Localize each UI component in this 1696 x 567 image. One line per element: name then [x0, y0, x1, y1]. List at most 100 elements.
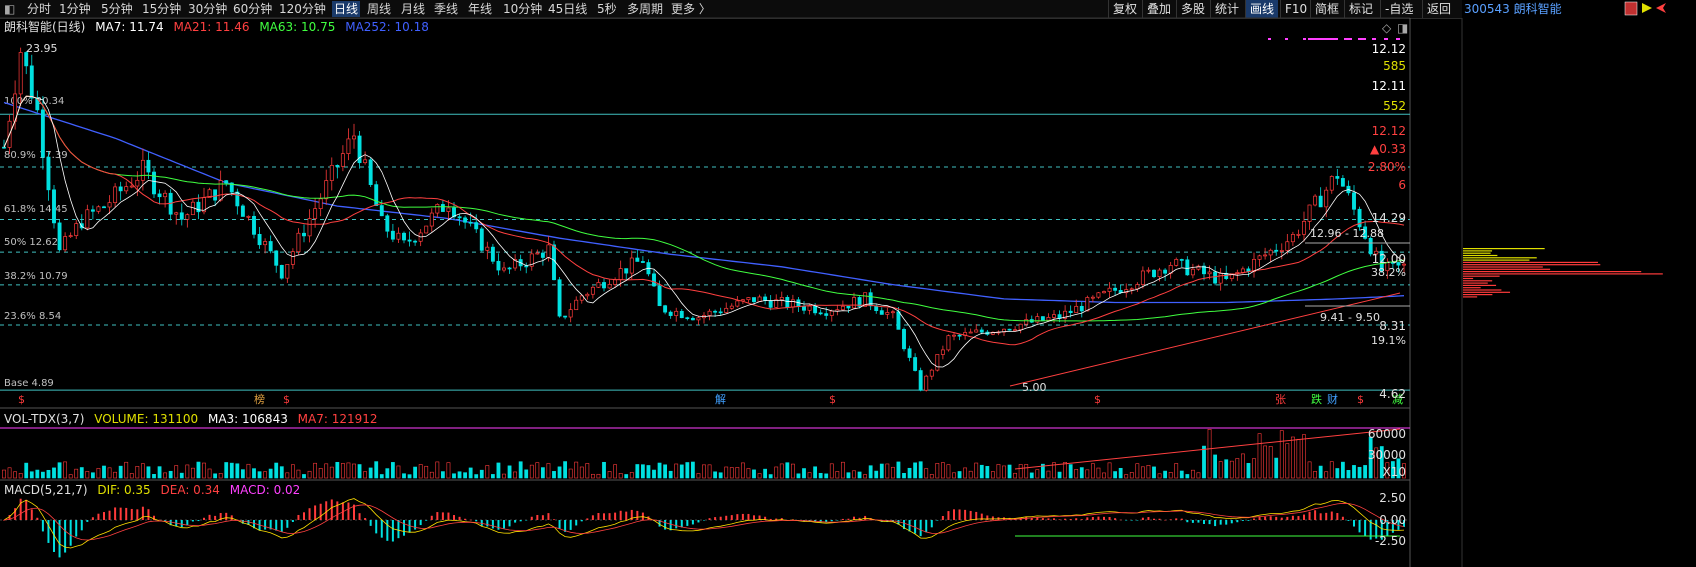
chip-bar — [1463, 273, 1663, 275]
candle-body — [1229, 273, 1234, 279]
back-button[interactable]: 返回 — [1422, 0, 1455, 18]
macd-bar — [80, 520, 83, 531]
macd-bar — [1186, 520, 1189, 523]
volume-bar — [379, 474, 384, 479]
macd-bar — [625, 511, 628, 520]
axis-main-8: 14.29 — [1372, 211, 1406, 225]
volume-bar — [1263, 445, 1268, 479]
candle-body — [1018, 323, 1023, 331]
volume-bar — [885, 463, 890, 479]
candle-body — [796, 299, 801, 307]
mark-button[interactable]: 标记 — [1344, 0, 1377, 18]
candle-body — [979, 329, 984, 333]
event-marker-7[interactable]: 张 — [1275, 393, 1286, 406]
candle-body — [1129, 288, 1134, 291]
candle-body — [107, 202, 112, 208]
macd-bar — [514, 520, 517, 523]
volume-bar — [429, 471, 434, 479]
period-monthly[interactable]: 月线 — [401, 1, 425, 17]
macd-bar — [853, 516, 855, 520]
watchlist-button[interactable]: -自选 — [1380, 0, 1417, 18]
period-more[interactable]: 更多 〉 — [671, 1, 711, 17]
volume-bar — [685, 462, 690, 479]
candle-body — [68, 235, 73, 237]
candle-body — [752, 297, 756, 302]
period-15min[interactable]: 15分钟 — [142, 1, 181, 17]
macd-bar — [1003, 517, 1005, 520]
period-30min[interactable]: 30分钟 — [188, 1, 227, 17]
candle-body — [1096, 292, 1101, 298]
color-indicator-icon[interactable] — [1624, 1, 1638, 16]
event-marker-9[interactable]: 财 — [1327, 392, 1338, 406]
fuquan-button[interactable]: 复权 — [1108, 0, 1141, 18]
volume-bar — [990, 471, 995, 479]
volume-bar — [40, 471, 45, 479]
panel-window-icon[interactable]: ◨ — [1397, 21, 1408, 35]
volume-bar — [1024, 464, 1029, 479]
macd-bar — [1291, 515, 1294, 520]
f10-button[interactable]: F10 — [1280, 0, 1311, 18]
volume-bar — [274, 462, 279, 479]
candle-body — [713, 310, 718, 313]
volume-bar — [463, 472, 468, 479]
overlay-button[interactable]: 叠加 — [1142, 0, 1175, 18]
volume-bar — [774, 466, 779, 479]
period-45day[interactable]: 45日线 — [548, 1, 587, 17]
event-marker-3[interactable]: $ — [283, 393, 290, 406]
period-5min[interactable]: 5分钟 — [101, 1, 133, 17]
candle-body — [152, 171, 156, 195]
axis-main-4: 12.12 — [1372, 124, 1406, 138]
macd-bar — [630, 509, 633, 520]
period-1min[interactable]: 1分钟 — [59, 1, 91, 17]
simple-frame-button[interactable]: 简框 — [1310, 0, 1343, 18]
period-yearly[interactable]: 年线 — [468, 1, 492, 17]
event-marker-10[interactable]: $ — [1357, 393, 1364, 406]
event-marker-11[interactable]: 减 — [1392, 393, 1403, 406]
macd-bar — [1347, 520, 1350, 521]
flag-icon[interactable] — [1642, 3, 1652, 13]
event-marker-5[interactable]: $ — [829, 393, 836, 406]
range-top-label: 12.96 - 12.88 — [1310, 227, 1384, 240]
stock-header: 300543 朗科智能 — [1464, 2, 1562, 16]
event-marker-2[interactable]: 榜 — [254, 392, 265, 406]
volume-bar — [607, 471, 612, 479]
statistics-button[interactable]: 统计 — [1210, 0, 1243, 18]
volume-bar — [952, 472, 956, 479]
candle-body — [268, 241, 273, 252]
period-10min[interactable]: 10分钟 — [503, 1, 542, 17]
volume-bar — [1290, 436, 1295, 479]
arrow-icon[interactable] — [1656, 3, 1666, 13]
period-120min[interactable]: 120分钟 — [279, 1, 326, 17]
macd-bar — [25, 499, 28, 520]
volume-bar — [785, 462, 790, 479]
candle-body — [679, 310, 684, 319]
period-weekly[interactable]: 周线 — [367, 1, 391, 17]
volume-bar — [1096, 467, 1101, 479]
sidebar-toggle-icon[interactable]: ◧ — [4, 1, 15, 17]
macd-bar — [1375, 520, 1378, 539]
candle-body — [535, 252, 540, 255]
macd-bar — [469, 519, 472, 521]
multi-stock-button[interactable]: 多股 — [1176, 0, 1209, 18]
period-multi[interactable]: 多周期 — [627, 1, 663, 17]
event-marker-1[interactable]: $ — [18, 393, 25, 406]
macd-bar — [1119, 519, 1122, 521]
chip-bar — [1463, 277, 1474, 280]
candle-body — [1179, 259, 1184, 261]
draw-line-button[interactable]: 画线 — [1245, 0, 1279, 18]
period-5sec[interactable]: 5秒 — [597, 1, 617, 17]
volume-bar — [568, 468, 573, 479]
draw-tool-icon[interactable]: ◇ — [1382, 21, 1392, 35]
volume-bar — [1302, 434, 1306, 479]
candle-body — [440, 204, 445, 212]
event-marker-4[interactable]: 解 — [715, 392, 726, 406]
candle-body — [40, 109, 45, 158]
period-fenshi[interactable]: 分时 — [27, 1, 51, 17]
macd-bar — [447, 512, 450, 520]
event-marker-6[interactable]: $ — [1094, 393, 1101, 406]
period-quarterly[interactable]: 季线 — [434, 1, 458, 17]
event-marker-8[interactable]: 跌 — [1311, 392, 1322, 406]
period-60min[interactable]: 60分钟 — [233, 1, 272, 17]
volume-bar — [718, 472, 723, 479]
period-daily[interactable]: 日线 — [332, 1, 361, 17]
